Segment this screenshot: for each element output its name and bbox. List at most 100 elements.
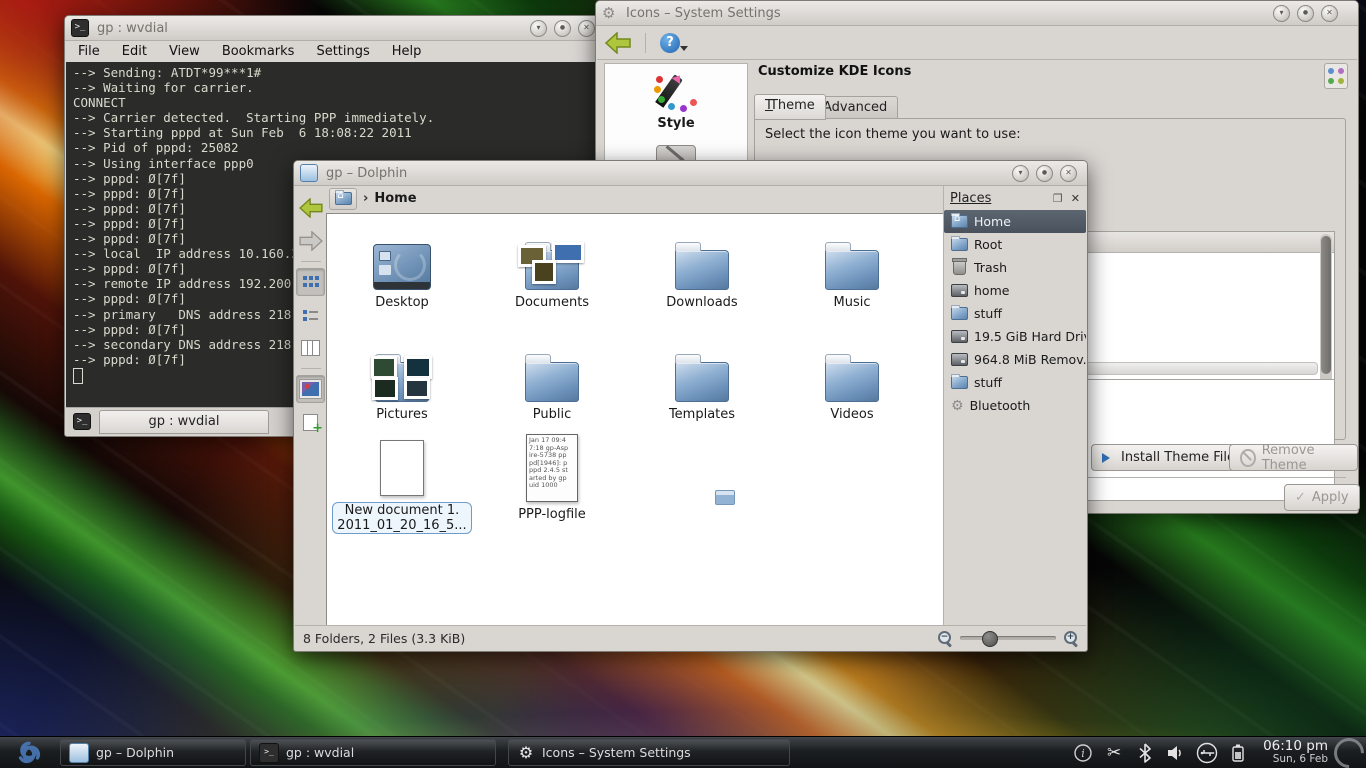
folder-item[interactable]: Public — [482, 332, 622, 422]
zoom-slider[interactable] — [960, 636, 1056, 640]
menu-settings[interactable]: Settings — [316, 44, 369, 59]
details-view-button[interactable] — [296, 301, 325, 329]
info-tray-icon[interactable]: i — [1072, 742, 1094, 764]
launcher-swirl-icon — [12, 738, 46, 768]
folder-item[interactable]: Music — [782, 220, 922, 310]
system-settings-titlebar[interactable]: ⚙ Icons – System Settings ▾ ● ✕ — [596, 1, 1358, 26]
file-item[interactable]: Jan 17 09:4 7:18 gp-Asp ire-5738 pp pd[1… — [482, 434, 622, 522]
sidebar-item-style[interactable]: Style — [654, 72, 698, 131]
close-button[interactable]: ✕ — [1321, 5, 1338, 22]
bluetooth-icon[interactable] — [1134, 742, 1156, 764]
desktop: >_ gp : wvdial ▾ ● ✕ File Edit View Book… — [0, 0, 1366, 768]
stray-file-icon — [715, 490, 735, 505]
columns-view-button[interactable] — [296, 334, 325, 362]
digital-clock[interactable]: 06:10 pm Sun, 6 Feb — [1257, 740, 1334, 766]
taskbar: gp – Dolphin >_ gp : wvdial ⚙ Icons – Sy… — [0, 736, 1366, 768]
zoom-in-button[interactable]: + — [1064, 631, 1078, 645]
maximize-button[interactable]: ● — [554, 20, 571, 37]
places-item-trash[interactable]: Trash — [944, 256, 1086, 279]
style-label: Style — [654, 116, 698, 131]
preview-toggle-button[interactable] — [296, 375, 325, 403]
klipper-scissors-icon[interactable]: ✂ — [1103, 742, 1125, 764]
task-dolphin[interactable]: gp – Dolphin — [60, 739, 246, 766]
menu-bookmarks[interactable]: Bookmarks — [222, 44, 295, 59]
menu-help[interactable]: Help — [392, 44, 422, 59]
dolphin-app-icon — [300, 164, 318, 182]
apply-button[interactable]: ✓ Apply — [1284, 484, 1360, 511]
zoom-slider-handle[interactable] — [982, 631, 998, 647]
folder-label: Documents — [515, 295, 589, 310]
folder-icon — [951, 307, 968, 320]
konsole-window-title: gp : wvdial — [97, 21, 168, 36]
app-launcher-button[interactable] — [0, 737, 58, 768]
menu-file[interactable]: File — [78, 44, 100, 59]
icons-view-button[interactable] — [296, 268, 325, 296]
folder-item[interactable]: Templates — [632, 332, 772, 422]
places-item-stuff2[interactable]: stuff — [944, 371, 1086, 394]
close-button[interactable]: ✕ — [578, 20, 595, 37]
close-button[interactable]: ✕ — [1060, 165, 1077, 182]
konsole-tab-active[interactable]: gp : wvdial — [99, 410, 269, 434]
new-tab-button[interactable]: >_ — [69, 410, 95, 433]
folder-label: Desktop — [375, 295, 429, 310]
places-item-removable[interactable]: 964.8 MiB Remov... — [944, 348, 1086, 371]
maximize-button[interactable]: ● — [1297, 5, 1314, 22]
tab-theme[interactable]: TTheme — [754, 94, 826, 120]
places-item-home-drive[interactable]: home — [944, 279, 1086, 302]
places-item-harddrive[interactable]: 19.5 GiB Hard Drive — [944, 325, 1086, 348]
places-item-home[interactable]: Home — [944, 210, 1086, 233]
desktop-folder-icon — [373, 244, 431, 290]
apply-check-icon: ✓ — [1295, 490, 1306, 505]
places-panel: Places ❐ ✕ Home Root Trash home — [943, 186, 1086, 626]
breadcrumb-home-button[interactable] — [329, 188, 357, 210]
system-settings-window-title: Icons – System Settings — [626, 6, 781, 21]
folder-item[interactable]: Downloads — [632, 220, 772, 310]
scrollbar-thumb[interactable] — [1321, 236, 1331, 374]
overview-button[interactable] — [1324, 63, 1348, 89]
help-button[interactable]: ? — [660, 33, 680, 53]
places-item-root[interactable]: Root — [944, 233, 1086, 256]
folder-icon — [525, 362, 579, 402]
task-konsole[interactable]: >_ gp : wvdial — [250, 739, 496, 766]
forward-button[interactable] — [296, 227, 325, 255]
task-label: gp : wvdial — [286, 745, 354, 760]
back-button[interactable] — [296, 194, 325, 222]
remove-theme-button[interactable]: Remove Theme — [1229, 444, 1358, 471]
minimize-button[interactable]: ▾ — [530, 20, 547, 37]
menu-view[interactable]: View — [169, 44, 200, 59]
folder-label: Downloads — [666, 295, 737, 310]
chevron-right-icon: › — [363, 191, 368, 206]
konsole-titlebar[interactable]: >_ gp : wvdial ▾ ● ✕ — [65, 16, 601, 41]
zoom-out-button[interactable]: − — [938, 631, 952, 645]
file-label: PPP-logfile — [518, 507, 586, 522]
dolphin-window-title: gp – Dolphin — [326, 166, 407, 181]
dolphin-titlebar[interactable]: gp – Dolphin ▾ ● ✕ — [294, 161, 1087, 186]
back-button[interactable] — [605, 32, 631, 54]
places-item-bluetooth[interactable]: ⚙ Bluetooth — [944, 394, 1086, 417]
menu-edit[interactable]: Edit — [122, 44, 147, 59]
maximize-button[interactable]: ● — [1036, 165, 1053, 182]
minimize-button[interactable]: ▾ — [1273, 5, 1290, 22]
split-view-button[interactable] — [296, 408, 325, 436]
task-system-settings[interactable]: ⚙ Icons – System Settings — [508, 739, 790, 766]
file-item-selected[interactable]: New document 1. 2011_01_20_16_5... — [332, 434, 472, 534]
volume-icon[interactable] — [1165, 742, 1187, 764]
places-item-stuff[interactable]: stuff — [944, 302, 1086, 325]
detach-panel-icon[interactable]: ❐ — [1053, 192, 1063, 205]
style-icon — [654, 72, 698, 112]
folder-item[interactable]: Desktop — [332, 220, 472, 310]
columns-view-icon — [301, 340, 320, 356]
folder-item[interactable]: Videos — [782, 332, 922, 422]
dolphin-folder-view[interactable]: Desktop Documents Downloads Music — [326, 213, 946, 626]
folder-item[interactable]: Documents — [482, 220, 622, 310]
places-label: Root — [974, 237, 1002, 252]
breadcrumb-home-label[interactable]: Home — [374, 191, 416, 206]
konsole-app-icon: >_ — [71, 19, 89, 37]
device-notifier-usb-icon[interactable] — [1196, 742, 1218, 764]
folder-item[interactable]: Pictures — [332, 332, 472, 422]
battery-icon[interactable] — [1227, 742, 1249, 764]
system-tray: i ✂ — [1072, 742, 1257, 764]
minimize-button[interactable]: ▾ — [1012, 165, 1029, 182]
gear-task-icon: ⚙ — [517, 744, 535, 762]
close-panel-icon[interactable]: ✕ — [1071, 192, 1080, 205]
